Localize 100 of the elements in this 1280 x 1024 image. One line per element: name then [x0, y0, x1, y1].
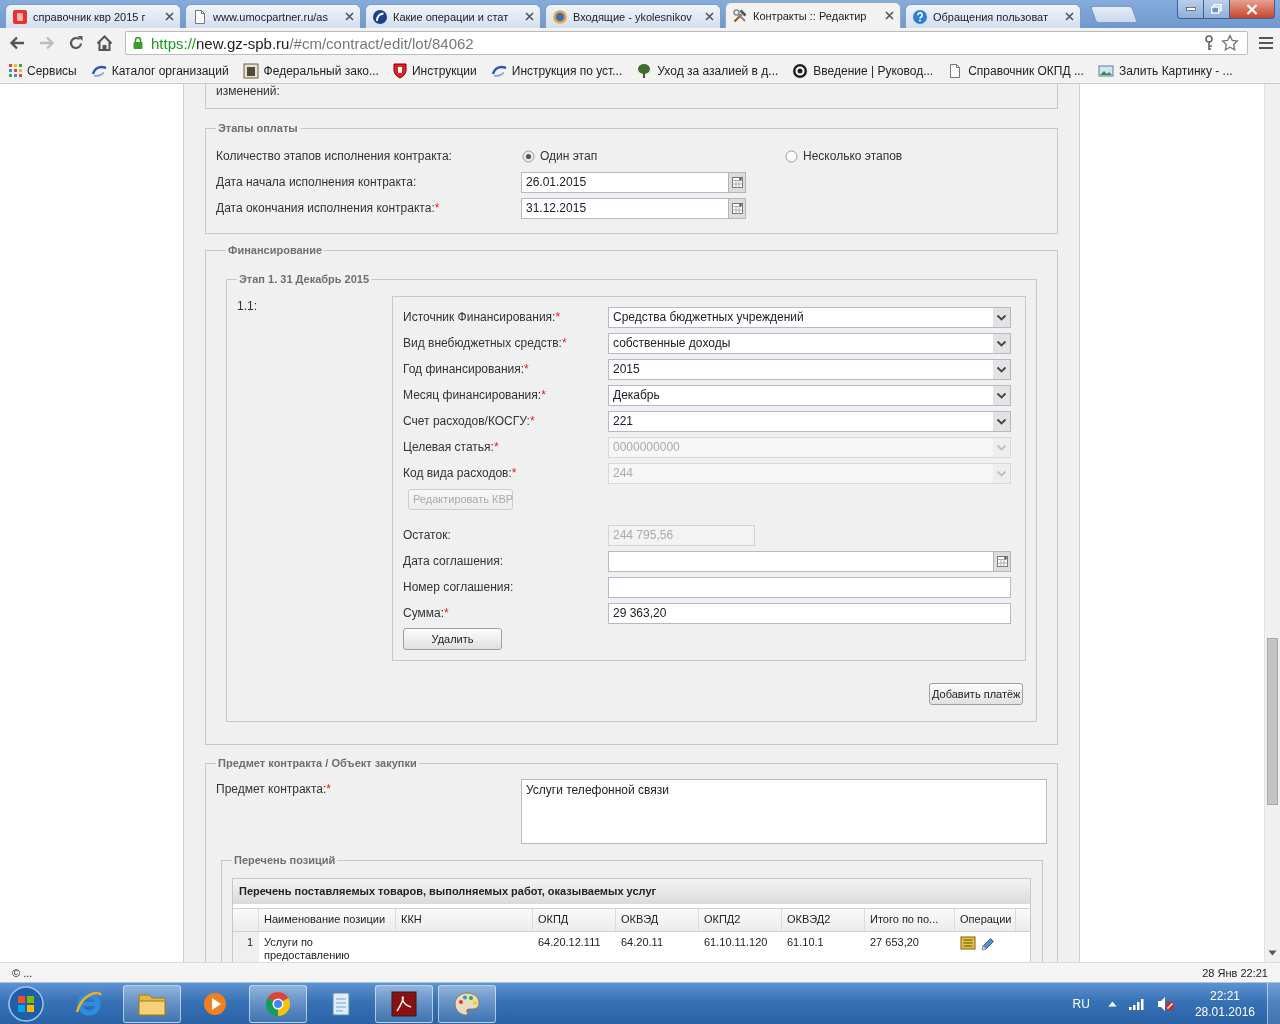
- close-icon[interactable]: [705, 12, 714, 21]
- dropdown[interactable]: Средства бюджетных учреждений: [608, 306, 1011, 328]
- column-header[interactable]: Итого по по...: [865, 909, 955, 931]
- calendar-button[interactable]: [993, 550, 1011, 572]
- text-field[interactable]: [608, 576, 1011, 598]
- field-label: Номер соглашения:: [403, 580, 515, 594]
- date-field[interactable]: 31.12.2015: [521, 197, 728, 219]
- field-label: Вид внебюджетных средств:*: [403, 336, 568, 350]
- language-indicator[interactable]: RU: [1072, 996, 1090, 1011]
- close-icon[interactable]: [525, 12, 534, 21]
- column-header[interactable]: Наименование позиции: [259, 909, 396, 931]
- status-time: 28 Янв 22:21: [1202, 966, 1268, 979]
- bookmark[interactable]: Инструкции: [389, 62, 480, 79]
- chevron-icon: [993, 411, 1010, 431]
- close-button[interactable]: [1230, 0, 1275, 19]
- chevron-icon: [993, 333, 1010, 353]
- option-label[interactable]: Один этап: [540, 149, 598, 163]
- bookmark[interactable]: Справочник ОКПД ...: [944, 62, 1087, 79]
- close-icon[interactable]: [165, 12, 174, 21]
- option-label[interactable]: Несколько этапов: [803, 149, 903, 163]
- section-legend: Этап 1. 31 Декабрь 2015: [237, 273, 372, 286]
- field-label: Сумма:*: [403, 606, 450, 620]
- row-number: 1: [233, 932, 259, 962]
- field-label: Источник Финансирования:*: [403, 310, 562, 324]
- date-field[interactable]: [608, 550, 993, 572]
- browser-tab[interactable]: www.umocpartner.ru/as: [185, 4, 361, 28]
- bookmark[interactable]: Инструкция по уст...: [487, 63, 626, 78]
- field-label: Дата начала исполнения контракта:: [216, 175, 418, 189]
- key-icon[interactable]: [1204, 35, 1214, 51]
- muted-speaker-icon[interactable]: [1156, 995, 1175, 1012]
- minimize-button[interactable]: [1177, 0, 1204, 19]
- back-icon[interactable]: [8, 35, 26, 51]
- status-text: © ...: [12, 966, 33, 979]
- table-cell-text: Услуги по предоставлению: [263, 935, 351, 962]
- taskbar-button[interactable]: [375, 984, 433, 1023]
- reload-icon[interactable]: [68, 35, 84, 51]
- grid-title: Перечень поставляемых товаров, выполняемых работ, оказываемых услуг: [233, 878, 1030, 904]
- page-icon: [192, 8, 208, 25]
- minimize-icon: [1185, 7, 1196, 11]
- dropdown[interactable]: собственные доходы: [608, 332, 1011, 354]
- calendar-button[interactable]: [728, 197, 746, 219]
- dropdown[interactable]: 2015: [608, 358, 1011, 380]
- dropdown[interactable]: 221: [608, 410, 1011, 432]
- column-header[interactable]: ОКПД2: [699, 909, 782, 931]
- close-icon[interactable]: [345, 12, 354, 21]
- bookmark[interactable]: Каталог организаций: [87, 63, 232, 78]
- bookmark[interactable]: Введение | Руковод...: [789, 62, 937, 79]
- signal-icon[interactable]: [1128, 997, 1145, 1010]
- bookmark[interactable]: Федеральный зако...: [239, 62, 382, 79]
- column-header[interactable]: Операции: [955, 909, 1016, 931]
- close-icon: [1246, 3, 1258, 15]
- browser-tab[interactable]: Контракты :: Редактир: [725, 2, 901, 28]
- show-hidden-icons-icon[interactable]: [1107, 1000, 1117, 1007]
- field-label: Месяц финансирования:*: [403, 388, 547, 402]
- radio-button[interactable]: [785, 149, 798, 163]
- radio-button[interactable]: [522, 149, 535, 163]
- close-icon[interactable]: [1065, 12, 1074, 21]
- scrollbar[interactable]: [1264, 84, 1280, 962]
- show-desktop-button[interactable]: [1267, 983, 1280, 1024]
- plant-icon: [636, 62, 653, 79]
- field-label: Предмет контракта:*: [216, 781, 333, 798]
- restore-button[interactable]: [1204, 0, 1230, 19]
- clock-date[interactable]: 28.01.2016: [1194, 1003, 1255, 1020]
- bookmark[interactable]: Уход за азалией в д...: [633, 62, 782, 79]
- stage-number: 1.1:: [237, 298, 258, 315]
- browser-tab[interactable]: Какие операции и стат: [365, 4, 541, 28]
- table-cell-text: 61.10.11.120: [703, 935, 769, 950]
- delete-button[interactable]: Удалить: [403, 628, 502, 650]
- pencil-icon[interactable]: [980, 936, 994, 952]
- column-header[interactable]: ОКПД: [533, 909, 616, 931]
- bookmark[interactable]: Залить Картинку - ...: [1094, 62, 1236, 79]
- bookmark[interactable]: Сервисы: [6, 63, 80, 78]
- browser-tab[interactable]: Входящие - ykolesnikov: [545, 4, 721, 28]
- browser-tab[interactable]: справочник квр 2015 г: [5, 4, 181, 28]
- start-button[interactable]: [6, 983, 46, 1024]
- swoosh-logo-icon: [90, 64, 107, 77]
- calendar-button[interactable]: [728, 171, 746, 193]
- browser-tab[interactable]: Обращения пользоват: [905, 4, 1081, 28]
- field-label: Год финансирования:*: [403, 362, 530, 376]
- close-icon[interactable]: [885, 11, 894, 20]
- address-field[interactable]: https://new.gz-spb.ru/#cm/contract/edit/lot/84062: [125, 31, 1248, 55]
- circle-logo-icon: [372, 8, 388, 25]
- column-header[interactable]: ОКВЭД2: [782, 909, 865, 931]
- star-icon[interactable]: [1221, 34, 1239, 52]
- clock-time[interactable]: 22:21: [1209, 987, 1240, 1004]
- section-legend: Финансирование: [226, 244, 325, 257]
- menu-icon[interactable]: [1258, 36, 1274, 50]
- add-payment-button[interactable]: Добавить платёж: [929, 683, 1023, 705]
- text-area[interactable]: Услуги телефонной связи: [521, 779, 1047, 844]
- date-field[interactable]: 26.01.2015: [521, 171, 728, 193]
- column-header[interactable]: ККН: [396, 909, 533, 931]
- dropdown[interactable]: Декабрь: [608, 384, 1011, 406]
- text-field[interactable]: 29 363,20: [608, 602, 1011, 624]
- home-icon[interactable]: [96, 35, 113, 51]
- apps-grid-icon: [9, 64, 22, 77]
- ring-logo-icon: [552, 8, 568, 25]
- column-header[interactable]: ОКВЭД: [616, 909, 699, 931]
- restore-icon: [1211, 4, 1222, 14]
- scrollbar-thumb[interactable]: [1267, 638, 1278, 805]
- scroll-down-icon[interactable]: [1268, 950, 1277, 956]
